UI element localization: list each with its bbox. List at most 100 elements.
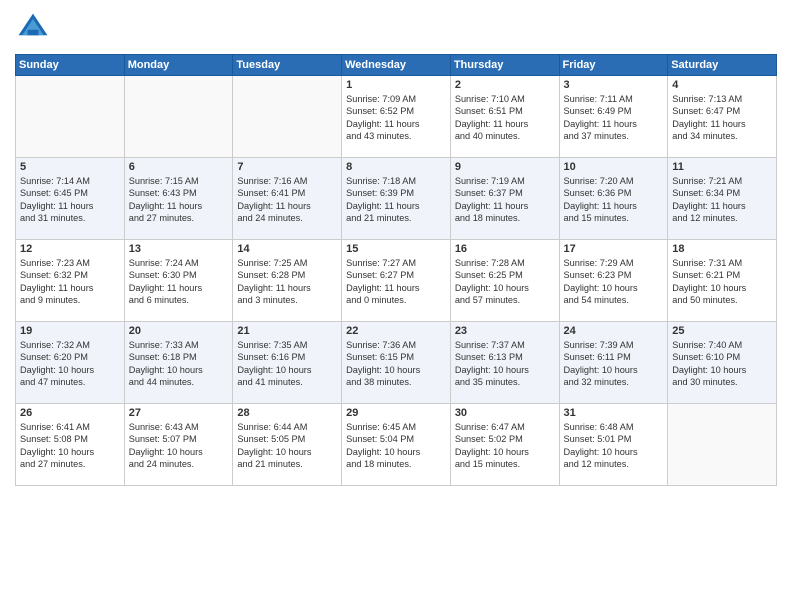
calendar-cell: 28 Sunrise: 6:44 AM Sunset: 5:05 PM Dayli… [233, 404, 342, 486]
weekday-thursday: Thursday [450, 55, 559, 76]
calendar-cell: 16Sunrise: 7:28 AM Sunset: 6:25 PM Dayli… [450, 240, 559, 322]
weekday-friday: Friday [559, 55, 668, 76]
day-number: 20 [129, 325, 229, 337]
day-number: 15 [346, 243, 446, 255]
day-info: Sunrise: 7:18 AM Sunset: 6:39 PM Dayligh… [346, 175, 446, 225]
day-info: Sunrise: 7:36 AM Sunset: 6:15 PM Dayligh… [346, 339, 446, 389]
weekday-wednesday: Wednesday [342, 55, 451, 76]
day-number: 8 [346, 161, 446, 173]
calendar-cell: 8 Sunrise: 7:18 AM Sunset: 6:39 PM Daylig… [342, 158, 451, 240]
day-number: 18 [672, 243, 772, 255]
calendar-cell: 20 Sunrise: 7:33 AM Sunset: 6:18 PM Dayli… [124, 322, 233, 404]
day-info: Sunrise: 6:43 AM Sunset: 5:07 PM Dayligh… [129, 421, 229, 471]
day-info: Sunrise: 7:35 AM Sunset: 6:16 PM Dayligh… [237, 339, 337, 389]
calendar-cell [668, 404, 777, 486]
calendar-cell: 21 Sunrise: 7:35 AM Sunset: 6:16 PM Dayli… [233, 322, 342, 404]
day-number: 6 [129, 161, 229, 173]
day-info: Sunrise: 7:25 AM Sunset: 6:28 PM Dayligh… [237, 257, 337, 307]
calendar-cell: 13 Sunrise: 7:24 AM Sunset: 6:30 PM Dayli… [124, 240, 233, 322]
calendar-cell: 26Sunrise: 6:41 AM Sunset: 5:08 PM Dayli… [16, 404, 125, 486]
logo [15, 10, 55, 46]
calendar-table: SundayMondayTuesdayWednesdayThursdayFrid… [15, 54, 777, 486]
day-info: Sunrise: 7:09 AM Sunset: 6:52 PM Dayligh… [346, 93, 446, 143]
day-info: Sunrise: 7:19 AM Sunset: 6:37 PM Dayligh… [455, 175, 555, 225]
day-number: 9 [455, 161, 555, 173]
weekday-sunday: Sunday [16, 55, 125, 76]
weekday-header-row: SundayMondayTuesdayWednesdayThursdayFrid… [16, 55, 777, 76]
day-info: Sunrise: 7:13 AM Sunset: 6:47 PM Dayligh… [672, 93, 772, 143]
day-number: 13 [129, 243, 229, 255]
day-info: Sunrise: 7:24 AM Sunset: 6:30 PM Dayligh… [129, 257, 229, 307]
day-info: Sunrise: 7:15 AM Sunset: 6:43 PM Dayligh… [129, 175, 229, 225]
day-number: 28 [237, 407, 337, 419]
calendar-cell: 9 Sunrise: 7:19 AM Sunset: 6:37 PM Daylig… [450, 158, 559, 240]
calendar-cell: 6 Sunrise: 7:15 AM Sunset: 6:43 PM Daylig… [124, 158, 233, 240]
calendar-cell: 24 Sunrise: 7:39 AM Sunset: 6:11 PM Dayli… [559, 322, 668, 404]
day-info: Sunrise: 7:10 AM Sunset: 6:51 PM Dayligh… [455, 93, 555, 143]
calendar-cell: 30 Sunrise: 6:47 AM Sunset: 5:02 PM Dayli… [450, 404, 559, 486]
day-info: Sunrise: 7:27 AM Sunset: 6:27 PM Dayligh… [346, 257, 446, 307]
day-number: 2 [455, 79, 555, 91]
day-number: 14 [237, 243, 337, 255]
calendar-cell: 27 Sunrise: 6:43 AM Sunset: 5:07 PM Dayli… [124, 404, 233, 486]
day-info: Sunrise: 7:29 AM Sunset: 6:23 PM Dayligh… [564, 257, 664, 307]
day-number: 11 [672, 161, 772, 173]
weekday-saturday: Saturday [668, 55, 777, 76]
day-number: 7 [237, 161, 337, 173]
day-info: Sunrise: 6:48 AM Sunset: 5:01 PM Dayligh… [564, 421, 664, 471]
logo-icon [15, 10, 51, 46]
day-number: 19 [20, 325, 120, 337]
day-number: 16 [455, 243, 555, 255]
calendar-cell: 12Sunrise: 7:23 AM Sunset: 6:32 PM Dayli… [16, 240, 125, 322]
day-info: Sunrise: 7:33 AM Sunset: 6:18 PM Dayligh… [129, 339, 229, 389]
calendar-cell: 10Sunrise: 7:20 AM Sunset: 6:36 PM Dayli… [559, 158, 668, 240]
calendar-cell: 19Sunrise: 7:32 AM Sunset: 6:20 PM Dayli… [16, 322, 125, 404]
calendar-cell: 31Sunrise: 6:48 AM Sunset: 5:01 PM Dayli… [559, 404, 668, 486]
day-number: 1 [346, 79, 446, 91]
day-info: Sunrise: 6:44 AM Sunset: 5:05 PM Dayligh… [237, 421, 337, 471]
day-info: Sunrise: 7:21 AM Sunset: 6:34 PM Dayligh… [672, 175, 772, 225]
calendar-cell: 23 Sunrise: 7:37 AM Sunset: 6:13 PM Dayli… [450, 322, 559, 404]
calendar-cell [124, 76, 233, 158]
day-number: 21 [237, 325, 337, 337]
day-number: 4 [672, 79, 772, 91]
calendar-week-4: 19Sunrise: 7:32 AM Sunset: 6:20 PM Dayli… [16, 322, 777, 404]
calendar-week-1: 1 Sunrise: 7:09 AM Sunset: 6:52 PM Daylig… [16, 76, 777, 158]
day-info: Sunrise: 7:31 AM Sunset: 6:21 PM Dayligh… [672, 257, 772, 307]
calendar-cell: 7Sunrise: 7:16 AM Sunset: 6:41 PM Daylig… [233, 158, 342, 240]
calendar-cell: 25Sunrise: 7:40 AM Sunset: 6:10 PM Dayli… [668, 322, 777, 404]
day-info: Sunrise: 6:45 AM Sunset: 5:04 PM Dayligh… [346, 421, 446, 471]
day-info: Sunrise: 7:20 AM Sunset: 6:36 PM Dayligh… [564, 175, 664, 225]
day-info: Sunrise: 6:47 AM Sunset: 5:02 PM Dayligh… [455, 421, 555, 471]
day-number: 30 [455, 407, 555, 419]
day-number: 3 [564, 79, 664, 91]
day-info: Sunrise: 7:11 AM Sunset: 6:49 PM Dayligh… [564, 93, 664, 143]
day-number: 24 [564, 325, 664, 337]
day-info: Sunrise: 7:23 AM Sunset: 6:32 PM Dayligh… [20, 257, 120, 307]
calendar-cell: 5 Sunrise: 7:14 AM Sunset: 6:45 PM Daylig… [16, 158, 125, 240]
day-info: Sunrise: 7:39 AM Sunset: 6:11 PM Dayligh… [564, 339, 664, 389]
day-number: 22 [346, 325, 446, 337]
weekday-monday: Monday [124, 55, 233, 76]
calendar-cell: 18 Sunrise: 7:31 AM Sunset: 6:21 PM Dayli… [668, 240, 777, 322]
day-info: Sunrise: 7:37 AM Sunset: 6:13 PM Dayligh… [455, 339, 555, 389]
calendar-cell: 11 Sunrise: 7:21 AM Sunset: 6:34 PM Dayli… [668, 158, 777, 240]
weekday-tuesday: Tuesday [233, 55, 342, 76]
day-number: 17 [564, 243, 664, 255]
calendar-week-5: 26Sunrise: 6:41 AM Sunset: 5:08 PM Dayli… [16, 404, 777, 486]
calendar-cell: 4 Sunrise: 7:13 AM Sunset: 6:47 PM Daylig… [668, 76, 777, 158]
day-number: 27 [129, 407, 229, 419]
day-info: Sunrise: 6:41 AM Sunset: 5:08 PM Dayligh… [20, 421, 120, 471]
calendar-cell [233, 76, 342, 158]
calendar-cell: 17 Sunrise: 7:29 AM Sunset: 6:23 PM Dayli… [559, 240, 668, 322]
calendar-cell: 3 Sunrise: 7:11 AM Sunset: 6:49 PM Daylig… [559, 76, 668, 158]
day-number: 23 [455, 325, 555, 337]
calendar-week-3: 12Sunrise: 7:23 AM Sunset: 6:32 PM Dayli… [16, 240, 777, 322]
day-number: 5 [20, 161, 120, 173]
calendar-cell: 2 Sunrise: 7:10 AM Sunset: 6:51 PM Daylig… [450, 76, 559, 158]
day-info: Sunrise: 7:40 AM Sunset: 6:10 PM Dayligh… [672, 339, 772, 389]
day-info: Sunrise: 7:14 AM Sunset: 6:45 PM Dayligh… [20, 175, 120, 225]
calendar-cell: 22 Sunrise: 7:36 AM Sunset: 6:15 PM Dayli… [342, 322, 451, 404]
calendar-cell: 14 Sunrise: 7:25 AM Sunset: 6:28 PM Dayli… [233, 240, 342, 322]
day-number: 29 [346, 407, 446, 419]
